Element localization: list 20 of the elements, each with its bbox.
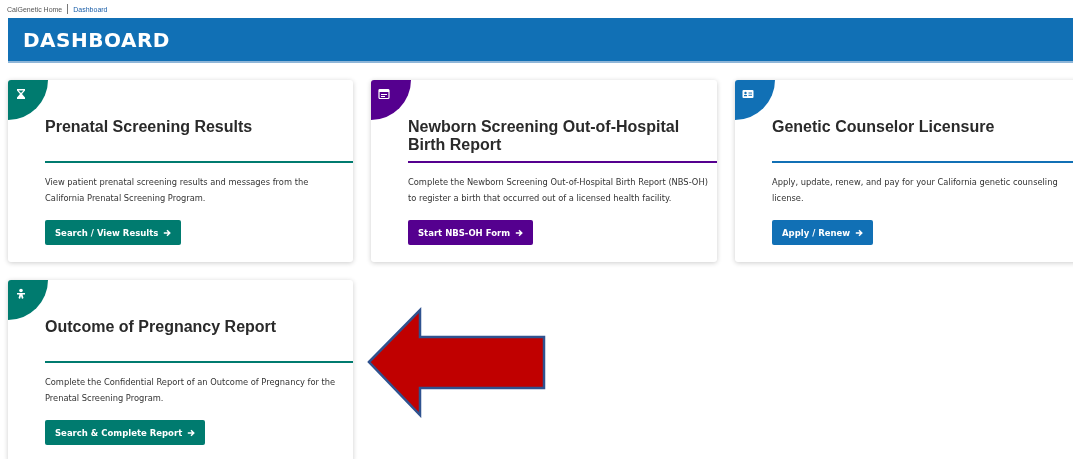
hourglass-icon xyxy=(15,88,27,100)
arrow-right-icon xyxy=(855,228,864,237)
card-description: Apply, update, renew, and pay for your California genetic counseling license. xyxy=(772,176,1059,205)
arrow-right-icon xyxy=(163,228,172,237)
page-title: DASHBOARD xyxy=(23,27,170,52)
card-action-button[interactable]: Apply / Renew xyxy=(772,220,874,245)
card-description: View patient prenatal screening results and messages from the California Prenatal Screening Program. xyxy=(45,176,310,205)
card-action-button[interactable]: Search / View Results xyxy=(45,220,182,245)
card-title: Newborn Screening Out-of-Hospital Birth Report xyxy=(408,117,681,155)
card-title: Prenatal Screening Results xyxy=(45,117,254,137)
card-title: Outcome of Pregnancy Report xyxy=(45,317,278,337)
id-card-icon xyxy=(742,88,754,100)
arrow-right-icon xyxy=(187,428,196,437)
card-action-button[interactable]: Start NBS-OH Form xyxy=(408,220,534,245)
card-description: Complete the Confidential Report of an Outcome of Pregnancy for the Prenatal Screening Program. xyxy=(45,376,337,405)
card-action-button[interactable]: Search & Complete Report xyxy=(45,420,206,445)
card-title: Genetic Counselor Licensure xyxy=(772,117,996,137)
form-icon xyxy=(378,88,390,100)
card-description: Complete the Newborn Screening Out-of-Hospital Birth Report (NBS-OH) to register a birth that occurred out of a licensed health facility. xyxy=(408,176,708,205)
arrow-right-icon xyxy=(515,228,524,237)
